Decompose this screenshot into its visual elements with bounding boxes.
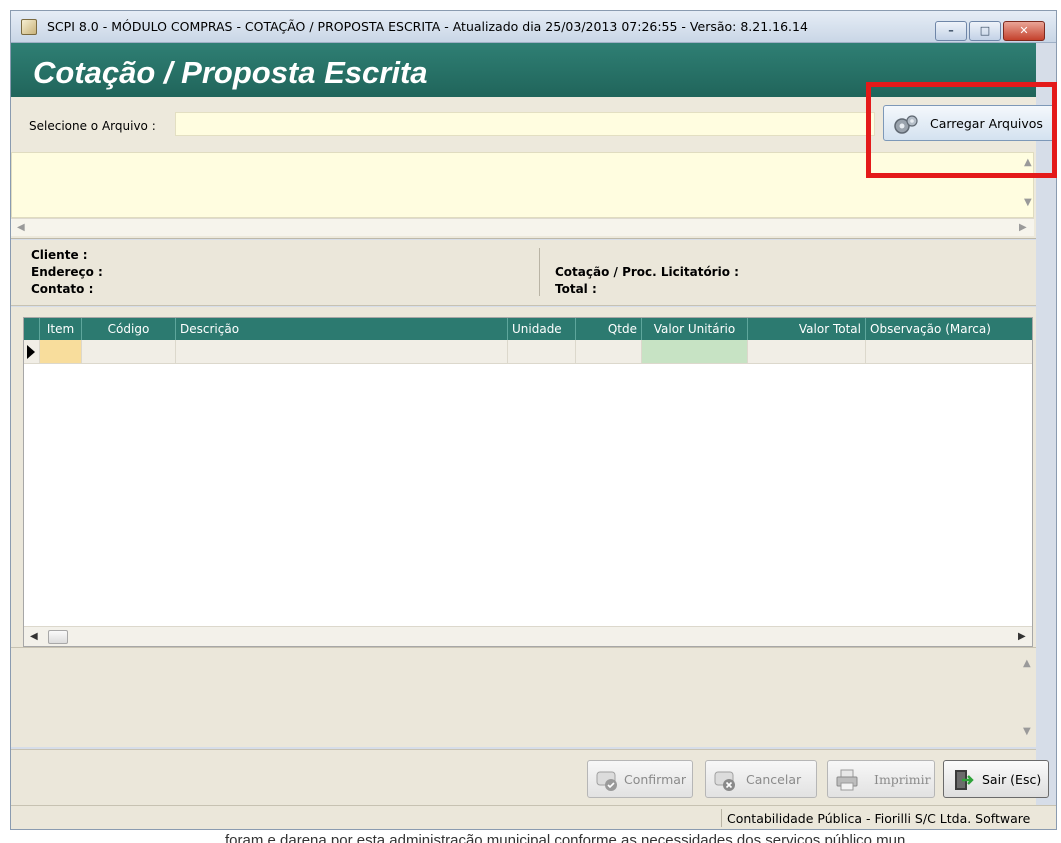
close-icon: ✕ (1019, 24, 1029, 37)
load-files-label: Carregar Arquivos (930, 116, 1043, 131)
log-scroll-down-icon[interactable]: ▼ (1024, 197, 1032, 209)
quotation-process-label: Cotação / Proc. Licitatório : (555, 265, 739, 279)
action-button-bar: Confirmar Cancelar Imprimir Sair (Esc) (11, 749, 1049, 805)
background-document-edge (0, 0, 8, 843)
page-title: Cotação / Proposta Escrita (33, 55, 428, 90)
app-icon (21, 19, 37, 35)
grid-horizontal-scrollbar[interactable]: ◀ ▶ (24, 626, 1032, 646)
items-grid[interactable]: Item Código Descrição Unidade Qtde Valor… (23, 317, 1033, 647)
cancel-icon (714, 771, 735, 791)
confirm-button[interactable]: Confirmar (587, 760, 693, 798)
grid-header-code[interactable]: Código (82, 318, 176, 340)
grid-header-unit[interactable]: Unidade (508, 318, 576, 340)
cell-unit[interactable] (508, 340, 576, 363)
status-text: Contabilidade Pública - Fiorilli S/C Ltd… (727, 811, 1031, 826)
notes-scroll-down-icon[interactable]: ▼ (1023, 726, 1031, 738)
confirm-icon (596, 771, 617, 791)
background-document-text: foram e darena por esta administracão mu… (225, 832, 906, 843)
grid-header-description[interactable]: Descrição (176, 318, 508, 340)
file-select-label: Selecione o Arquivo : (29, 119, 156, 133)
grid-header-observation[interactable]: Observação (Marca) (866, 318, 1032, 340)
close-button[interactable]: ✕ (1003, 21, 1045, 41)
status-separator (721, 809, 722, 827)
items-grid-panel: Item Código Descrição Unidade Qtde Valor… (11, 307, 1036, 647)
cell-quantity[interactable] (576, 340, 642, 363)
cell-observation[interactable] (866, 340, 1032, 363)
print-label: Imprimir (874, 772, 931, 787)
log-horizontal-scrollbar[interactable]: ◀ ▶ (11, 218, 1034, 236)
table-row[interactable] (24, 340, 1032, 364)
row-indicator-cell (24, 340, 40, 363)
application-window: SCPI 8.0 - MÓDULO COMPRAS - COTAÇÃO / PR… (10, 10, 1057, 830)
notes-panel[interactable]: ▲ ▼ (11, 647, 1036, 747)
minimize-icon: – (948, 24, 954, 37)
grid-header-row: Item Código Descrição Unidade Qtde Valor… (24, 318, 1032, 340)
cell-item[interactable] (40, 340, 82, 363)
log-scroll-up-icon[interactable]: ▲ (1024, 157, 1032, 169)
grid-scroll-left-icon[interactable]: ◀ (30, 631, 38, 643)
cell-description[interactable] (176, 340, 508, 363)
grid-header-item[interactable]: Item (40, 318, 82, 340)
cell-unit-value[interactable] (642, 340, 748, 363)
cell-total-value[interactable] (748, 340, 866, 363)
current-row-arrow-icon (27, 345, 35, 359)
cell-code[interactable] (82, 340, 176, 363)
window-title: SCPI 8.0 - MÓDULO COMPRAS - COTAÇÃO / PR… (47, 19, 808, 34)
title-bar[interactable]: SCPI 8.0 - MÓDULO COMPRAS - COTAÇÃO / PR… (11, 11, 1056, 43)
grid-header-indicator (24, 318, 40, 340)
log-scroll-left-icon[interactable]: ◀ (17, 222, 25, 234)
grid-header-quantity[interactable]: Qtde (576, 318, 642, 340)
cancel-label: Cancelar (746, 772, 802, 787)
status-bar: Contabilidade Pública - Fiorilli S/C Ltd… (11, 805, 1056, 829)
contact-label: Contato : (31, 282, 94, 296)
confirm-label: Confirmar (624, 772, 687, 787)
file-path-input[interactable] (175, 112, 875, 136)
cancel-button[interactable]: Cancelar (705, 760, 817, 798)
log-scroll-right-icon[interactable]: ▶ (1019, 222, 1027, 234)
printer-icon (836, 769, 858, 791)
client-info-panel: Cliente : Endereço : Contato : Cotação /… (11, 240, 1036, 306)
notes-scroll-up-icon[interactable]: ▲ (1023, 658, 1031, 670)
grid-header-unit-value[interactable]: Valor Unitário (642, 318, 748, 340)
grid-scroll-thumb[interactable] (48, 630, 68, 644)
exit-door-icon (955, 770, 974, 790)
address-label: Endereço : (31, 265, 103, 279)
maximize-button[interactable]: □ (969, 21, 1001, 41)
maximize-icon: □ (979, 24, 991, 37)
load-files-button[interactable]: Carregar Arquivos (883, 105, 1055, 141)
exit-label: Sair (Esc) (982, 772, 1042, 787)
exit-button[interactable]: Sair (Esc) (943, 760, 1049, 798)
client-label: Cliente : (31, 248, 88, 262)
window-controls: – □ ✕ (935, 21, 1045, 41)
log-textarea[interactable]: ▲ ▼ (11, 152, 1034, 218)
gears-icon (894, 115, 918, 134)
grid-header-total-value[interactable]: Valor Total (748, 318, 866, 340)
minimize-button[interactable]: – (935, 21, 967, 41)
total-label: Total : (555, 282, 597, 296)
print-button[interactable]: Imprimir (827, 760, 935, 798)
info-divider (539, 248, 540, 296)
grid-scroll-right-icon[interactable]: ▶ (1018, 631, 1026, 643)
